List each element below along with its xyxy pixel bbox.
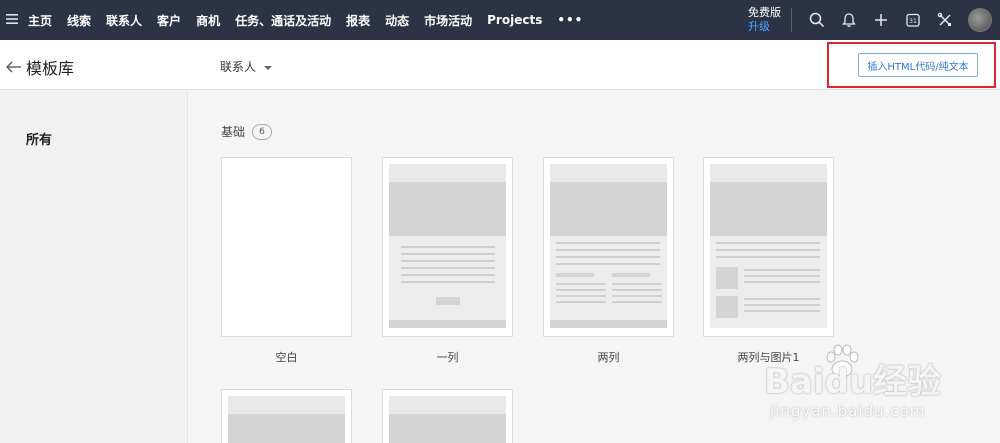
thumb-line — [744, 269, 820, 271]
plus-icon[interactable] — [866, 0, 896, 40]
thumb-col-title — [612, 273, 650, 277]
bell-icon[interactable] — [834, 0, 864, 40]
thumb-line — [401, 253, 495, 255]
thumb-line — [556, 283, 606, 285]
hamburger-icon[interactable] — [6, 12, 26, 28]
thumb-header — [710, 164, 827, 182]
nav-divider — [791, 8, 792, 32]
search-icon[interactable] — [802, 0, 832, 40]
nav-item-contacts[interactable]: 联系人 — [106, 12, 142, 29]
thumb-button — [436, 297, 460, 305]
thumb-line — [401, 274, 495, 276]
thumb-line — [556, 295, 606, 297]
thumb-header — [389, 164, 506, 182]
thumb-line — [556, 256, 660, 258]
nav-item-home[interactable]: 主页 — [28, 12, 52, 29]
thumb-header — [550, 164, 667, 182]
arrow-left-icon[interactable] — [6, 58, 22, 77]
thumb-line — [401, 281, 495, 283]
thumb-line — [556, 242, 660, 244]
template-category-sidebar: 所有 — [0, 91, 188, 443]
template-card-two-columns[interactable] — [543, 157, 674, 337]
template-card-blank[interactable] — [221, 157, 352, 337]
thumb-footer — [550, 320, 667, 328]
section-title: 基础 — [221, 125, 246, 139]
insert-html-text-button[interactable]: 插入HTML代码/纯文本 — [858, 53, 978, 77]
thumb-footer — [389, 320, 506, 328]
template-card-label: 两列 — [597, 351, 620, 364]
thumb-line — [716, 256, 820, 258]
nav-item-feeds[interactable]: 动态 — [385, 12, 409, 29]
thumb-image — [389, 182, 506, 236]
thumb-line — [744, 310, 820, 312]
thumb-line — [744, 281, 820, 283]
thumb-line — [612, 283, 662, 285]
template-card-one-column[interactable] — [382, 157, 513, 337]
thumb-line — [556, 249, 660, 251]
nav-right-tools: 免费版 升级 31 — [748, 0, 1000, 40]
thumb-line — [401, 267, 495, 269]
nav-item-accounts[interactable]: 客户 — [157, 12, 181, 29]
thumb-line — [401, 260, 495, 262]
thumb-line — [612, 295, 662, 297]
section-count-badge: 6 — [252, 123, 273, 140]
nav-item-projects[interactable]: Projects — [487, 13, 542, 27]
thumb-line — [612, 289, 662, 291]
thumb-picture — [716, 267, 738, 289]
nav-more-button[interactable]: ••• — [557, 13, 583, 27]
caret-down-icon — [264, 65, 273, 70]
thumb-line — [612, 301, 662, 303]
thumb-line — [744, 298, 820, 300]
thumb-header — [228, 396, 345, 414]
tools-icon[interactable] — [930, 0, 960, 40]
nav-item-deals[interactable]: 商机 — [196, 12, 220, 29]
thumb-line — [744, 304, 820, 306]
upgrade-link[interactable]: 升级 — [748, 20, 770, 34]
thumb-line — [401, 246, 495, 248]
template-gallery: 基础 6 空白 一列 两列 两列与图片1 — [189, 91, 1000, 443]
thumb-image — [389, 414, 506, 443]
svg-text:31: 31 — [909, 18, 917, 25]
page-title: 模板库 — [26, 59, 75, 78]
template-card-label: 两列与图片1 — [737, 351, 800, 364]
template-card-label: 空白 — [275, 351, 298, 364]
nav-item-reports[interactable]: 报表 — [346, 12, 370, 29]
thumb-line — [716, 249, 820, 251]
template-card-row2[interactable] — [221, 389, 352, 443]
nav-menu: 主页 线索 联系人 客户 商机 任务、通话及活动 报表 动态 市场活动 Proj… — [28, 12, 598, 29]
thumb-image — [228, 414, 345, 443]
thumb-body — [389, 236, 506, 320]
thumb-col-title — [556, 273, 594, 277]
template-card-label: 一列 — [436, 351, 459, 364]
template-library-header: 模板库 联系人 插入HTML代码/纯文本 — [0, 40, 1000, 90]
thumb-line — [556, 301, 606, 303]
user-avatar[interactable] — [968, 8, 992, 32]
sidebar-item-all[interactable]: 所有 — [26, 129, 52, 148]
thumb-line — [556, 263, 660, 265]
module-dropdown[interactable]: 联系人 — [220, 58, 273, 75]
back-navigation[interactable]: 模板库 — [6, 55, 74, 79]
section-header-basic: 基础 6 — [221, 123, 273, 140]
calendar-icon[interactable]: 31 — [898, 0, 928, 40]
thumb-line — [556, 289, 606, 291]
nav-item-campaigns[interactable]: 市场活动 — [424, 12, 472, 29]
template-card-row2[interactable] — [382, 389, 513, 443]
top-navbar: 主页 线索 联系人 客户 商机 任务、通话及活动 报表 动态 市场活动 Proj… — [0, 0, 1000, 40]
edition-name: 免费版 — [748, 6, 781, 19]
thumb-line — [744, 275, 820, 277]
nav-item-leads[interactable]: 线索 — [67, 12, 91, 29]
thumb-picture — [716, 296, 738, 318]
thumb-header — [389, 396, 506, 414]
thumb-image — [550, 182, 667, 236]
nav-item-activities[interactable]: 任务、通话及活动 — [235, 12, 331, 29]
thumb-image — [710, 182, 827, 236]
module-dropdown-value: 联系人 — [220, 60, 257, 74]
template-card-two-columns-image[interactable] — [703, 157, 834, 337]
edition-info: 免费版 升级 — [748, 6, 781, 34]
thumb-line — [716, 242, 820, 244]
